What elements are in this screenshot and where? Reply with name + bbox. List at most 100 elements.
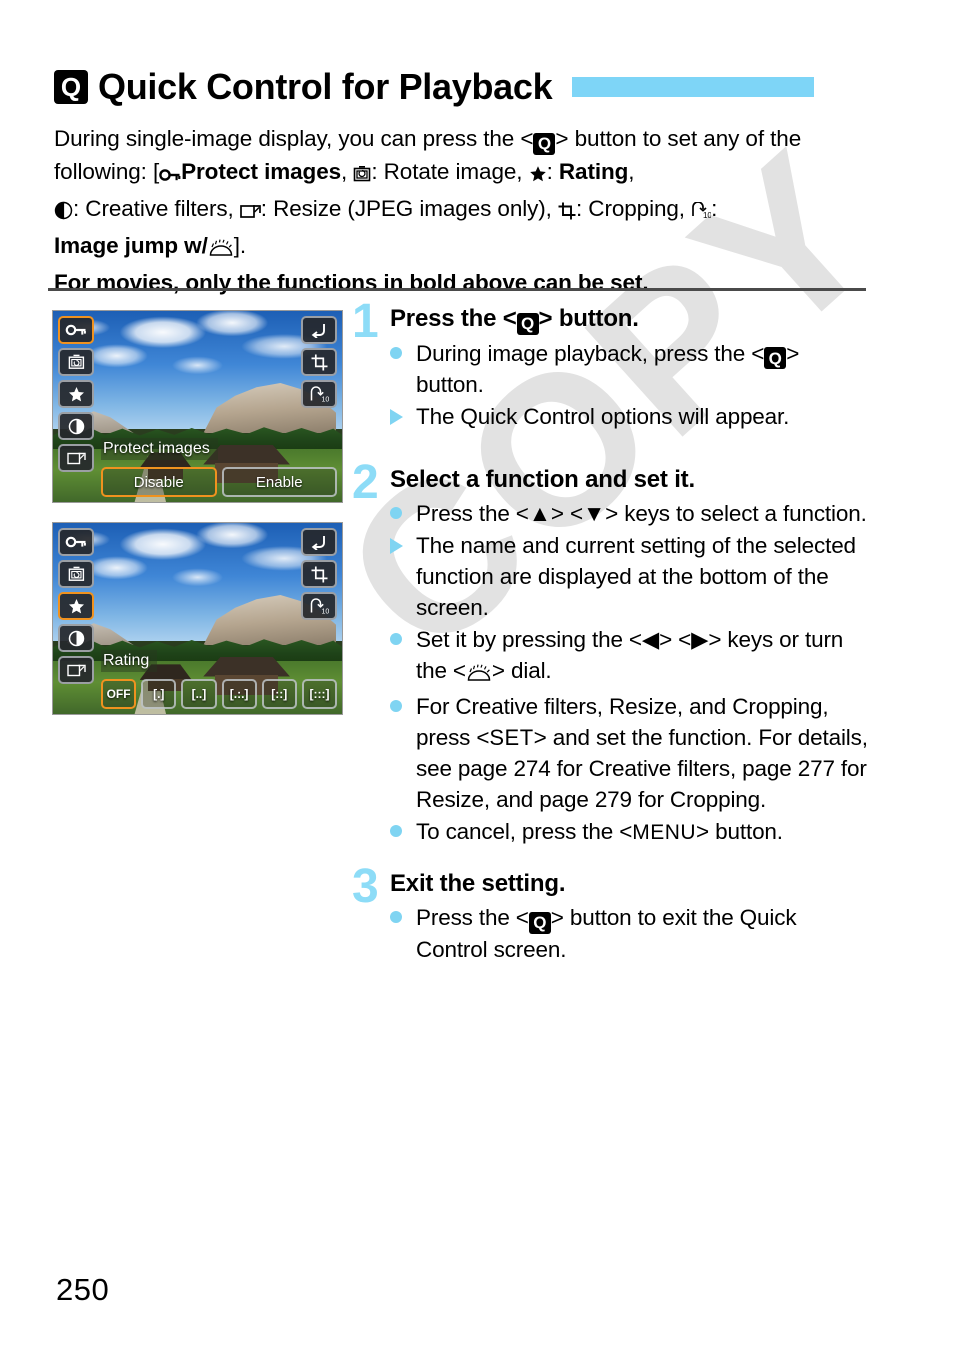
- step-2-number: 2: [352, 456, 379, 509]
- protect-key-icon[interactable]: [58, 528, 94, 556]
- rating-option-4[interactable]: [::]: [261, 679, 297, 709]
- q-button-icon: Q: [54, 70, 88, 104]
- return-arrow-icon[interactable]: [301, 528, 337, 556]
- down-key-icon: ▼: [583, 501, 606, 526]
- left-key-icon: ◀: [641, 627, 660, 652]
- step-1-bullet-1-text: During image playback, press the < Q > but…: [416, 338, 868, 401]
- instruction-steps: 1 Press the < Q > button. During image pla…: [352, 295, 868, 968]
- step-1-heading-b: > button.: [538, 305, 639, 332]
- step-1-number: 1: [352, 295, 379, 348]
- star-rating-icon: [529, 159, 547, 192]
- protect-images-screen: 10 Protect images Disable Enable: [52, 310, 343, 503]
- set-key-icon: SET: [489, 725, 534, 750]
- q-button-icon: Q: [533, 132, 556, 155]
- header-divider: [48, 288, 866, 291]
- main-dial-icon: [466, 659, 492, 690]
- list-item: Press the <▲> <▼> keys to select a funct…: [390, 498, 868, 529]
- star-rating-icon[interactable]: [58, 380, 94, 408]
- rotate-image-icon[interactable]: [58, 348, 94, 376]
- resize-icon[interactable]: [58, 656, 94, 684]
- page-number: 250: [56, 1272, 110, 1307]
- rating-option-1[interactable]: [.]: [141, 679, 177, 709]
- quick-control-left-menu: [58, 528, 94, 684]
- rating-option-2[interactable]: [..]: [181, 679, 217, 709]
- svg-text:10: 10: [703, 211, 711, 220]
- main-dial-icon: [208, 233, 234, 266]
- bullet-dot-icon: [390, 338, 416, 401]
- step-2-bullet-2-text: The name and current setting of the sele…: [416, 533, 856, 620]
- cropping-icon[interactable]: [301, 560, 337, 588]
- step-2-heading: Select a function and set it.: [390, 466, 695, 493]
- step-3-heading: Exit the setting.: [390, 870, 566, 897]
- creative-filters-icon[interactable]: [58, 624, 94, 652]
- quick-control-right-menu: 10: [301, 316, 337, 408]
- list-item: Press the < Q > button to exit the Quick C…: [390, 902, 868, 965]
- resize-icon[interactable]: [58, 444, 94, 472]
- image-jump-icon[interactable]: 10: [301, 592, 337, 620]
- list-item: To cancel, press the <MENU> button.: [390, 816, 868, 848]
- creative-filters-icon[interactable]: [58, 412, 94, 440]
- rating-option-off[interactable]: OFF: [101, 679, 137, 709]
- q-button-icon: Q: [528, 911, 551, 934]
- menu-key-icon: MENU: [632, 821, 697, 844]
- option-disable[interactable]: Disable: [101, 467, 217, 497]
- return-arrow-icon[interactable]: [301, 316, 337, 344]
- step-2-bullet-4-text: For Creative filters, Resize, and Croppi…: [416, 694, 868, 812]
- step-3: 3 Exit the setting. Press the < Q > button…: [352, 860, 868, 966]
- resize-icon: [239, 196, 261, 229]
- protect-key-icon[interactable]: [58, 316, 94, 344]
- step-3-number: 3: [352, 860, 379, 913]
- bullet-dot-icon: [390, 902, 416, 965]
- rating-screen: 10 Rating OFF [.] [..] [.:.] [::] [:::]: [52, 522, 343, 715]
- list-item: For Creative filters, Resize, and Croppi…: [390, 691, 868, 815]
- creative-filters-icon: [54, 196, 73, 229]
- cropping-icon[interactable]: [301, 348, 337, 376]
- rating-option-5[interactable]: [:::]: [301, 679, 338, 709]
- rating-options-bar: OFF [.] [..] [.:.] [::] [:::]: [101, 679, 338, 709]
- right-key-icon: ▶: [691, 627, 709, 652]
- protect-key-icon: [159, 159, 181, 192]
- option-enable[interactable]: Enable: [221, 467, 337, 497]
- list-item: Set it by pressing the <◀> <▶> keys or t…: [390, 624, 868, 690]
- step-1: 1 Press the < Q > button. During image pla…: [352, 295, 868, 433]
- quick-control-right-menu: 10: [301, 528, 337, 620]
- step-2-bullet-5-text: To cancel, press the <MENU> button.: [416, 819, 783, 844]
- intro-paragraph: During single-image display, you can pre…: [54, 126, 802, 295]
- bullet-dot-icon: [390, 691, 416, 815]
- list-item: The Quick Control options will appear.: [390, 401, 868, 432]
- q-button-icon: Q: [764, 347, 787, 369]
- intro-item1-label: Protect images: [181, 159, 342, 184]
- bullet-text-a: During image playback, press the <: [416, 340, 765, 366]
- list-item: During image playback, press the < Q > but…: [390, 338, 868, 401]
- svg-text:10: 10: [322, 396, 330, 403]
- step-2-bullet-1-text: Press the <▲> <▼> keys to select a funct…: [416, 501, 867, 526]
- image-jump-icon: 10: [691, 196, 713, 229]
- step-1-heading-a: Press the <: [390, 305, 517, 332]
- intro-line1a: During single-image display, you can pre…: [54, 126, 534, 151]
- bullet-dot-icon: [390, 498, 416, 529]
- function-name-label: Protect images: [101, 438, 218, 460]
- step-1-bullet-2-text: The Quick Control options will appear.: [416, 404, 790, 429]
- bullet-text-a: Press the <: [416, 905, 529, 930]
- star-rating-icon[interactable]: [58, 592, 94, 620]
- intro-closing: ].: [233, 233, 247, 258]
- step-3-bullet-1-text: Press the < Q > button to exit the Quick C…: [416, 902, 868, 965]
- rotate-image-icon[interactable]: [58, 560, 94, 588]
- rotate-image-icon: [353, 159, 371, 192]
- bullet-dot-icon: [390, 624, 416, 690]
- step-2: 2 Select a function and set it. Press th…: [352, 456, 868, 849]
- intro-movies-note: For movies, only the functions in bold a…: [54, 270, 649, 295]
- intro-item3-label: Rating: [558, 159, 629, 184]
- bullet-triangle-icon: [390, 530, 416, 623]
- image-jump-icon[interactable]: 10: [301, 380, 337, 408]
- cropping-icon: [558, 196, 576, 229]
- rating-option-3[interactable]: [.:.]: [221, 679, 257, 709]
- title-accent-bar: [572, 77, 815, 97]
- bullet-triangle-icon: [390, 401, 416, 432]
- step-1-heading: Press the < Q > button.: [390, 304, 868, 335]
- step-2-bullet-3-text: Set it by pressing the <◀> <▶> keys or t…: [416, 624, 868, 690]
- q-button-icon: Q: [516, 312, 539, 335]
- svg-text:10: 10: [322, 608, 330, 615]
- page-title-text: Quick Control for Playback: [98, 66, 553, 107]
- function-name-label: Rating: [101, 650, 158, 672]
